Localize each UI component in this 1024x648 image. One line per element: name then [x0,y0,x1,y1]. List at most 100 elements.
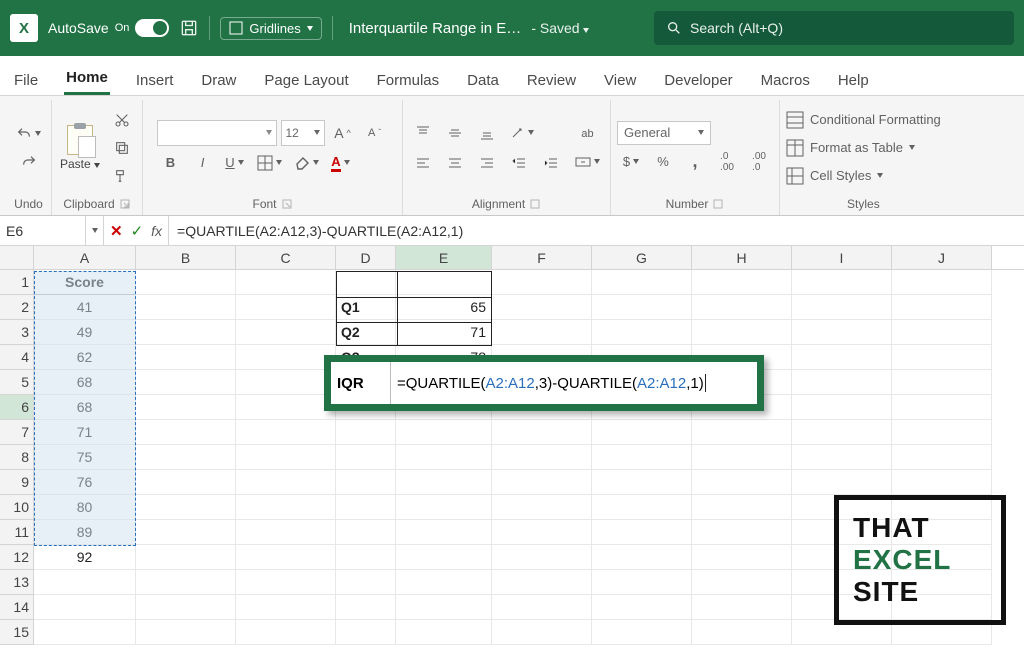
orientation-button[interactable] [505,120,538,146]
row-header-13[interactable]: 13 [0,570,34,595]
col-header-H[interactable]: H [692,246,792,269]
redo-button[interactable] [15,149,43,175]
cell[interactable] [592,445,692,470]
cell[interactable] [396,545,492,570]
cell[interactable] [236,295,336,320]
cell[interactable] [336,620,396,645]
cell[interactable] [336,495,396,520]
cell[interactable] [492,620,592,645]
fx-icon[interactable]: fx [151,223,162,239]
cell[interactable] [34,570,136,595]
cell[interactable]: Score [34,270,136,295]
cell[interactable] [396,445,492,470]
formula-input[interactable]: =QUARTILE(A2:A12,3)-QUARTILE(A2:A12,1) [169,216,1024,245]
decrease-font-button[interactable]: Aˇ [361,120,389,146]
undo-button[interactable] [12,121,45,147]
copy-button[interactable] [108,135,136,161]
cell[interactable]: 49 [34,320,136,345]
format-painter-button[interactable] [108,163,136,189]
cell[interactable] [692,420,792,445]
dialog-launcher-icon[interactable] [119,198,131,210]
cell[interactable] [592,270,692,295]
cell[interactable] [592,620,692,645]
cell[interactable] [592,495,692,520]
cell[interactable]: 65 [396,295,492,320]
font-color-button[interactable]: A [327,150,355,176]
cell[interactable] [492,295,592,320]
tab-help[interactable]: Help [836,64,871,95]
cell[interactable] [336,520,396,545]
cell[interactable] [236,495,336,520]
cell[interactable] [136,270,236,295]
tab-review[interactable]: Review [525,64,578,95]
cell[interactable] [792,320,892,345]
iqr-formula-cell[interactable]: =QUARTILE(A2:A12,3)-QUARTILE(A2:A12,1) [391,374,757,392]
autosave-toggle[interactable]: AutoSave On [48,19,169,37]
cell[interactable] [396,595,492,620]
cell[interactable] [396,495,492,520]
cell[interactable] [492,270,592,295]
cell[interactable]: Q1 [336,295,396,320]
format-as-table-button[interactable]: Format as Table [786,135,941,161]
cell[interactable] [136,520,236,545]
cell[interactable] [592,570,692,595]
increase-decimal-button[interactable]: .0.00 [713,149,741,175]
tab-macros[interactable]: Macros [759,64,812,95]
cell[interactable] [492,570,592,595]
cell[interactable] [336,445,396,470]
italic-button[interactable]: I [189,150,217,176]
cell[interactable] [396,620,492,645]
cell[interactable] [492,545,592,570]
cell[interactable] [396,470,492,495]
cell[interactable] [136,395,236,420]
document-title[interactable]: Interquartile Range in E… [349,20,522,37]
cell[interactable] [892,420,992,445]
dialog-launcher-icon[interactable] [281,198,293,210]
cell[interactable] [336,420,396,445]
row-header-2[interactable]: 2 [0,295,34,320]
cell[interactable] [892,445,992,470]
cut-button[interactable] [108,107,136,133]
conditional-formatting-button[interactable]: Conditional Formatting [786,107,941,133]
cell[interactable] [136,470,236,495]
cell[interactable] [692,520,792,545]
cell[interactable] [34,620,136,645]
row-header-15[interactable]: 15 [0,620,34,645]
increase-font-button[interactable]: A^ [329,120,357,146]
cell[interactable] [792,470,892,495]
tab-draw[interactable]: Draw [199,64,238,95]
cell[interactable] [692,320,792,345]
cell[interactable] [136,620,236,645]
cell[interactable] [692,495,792,520]
cell[interactable] [136,320,236,345]
cell[interactable] [136,545,236,570]
align-right-button[interactable] [473,150,501,176]
tab-data[interactable]: Data [465,64,501,95]
cell[interactable]: 68 [34,370,136,395]
spreadsheet-grid[interactable]: A B C D E F G H I J 1Score241Q165349Q271… [0,246,1024,645]
cell[interactable] [336,570,396,595]
cell[interactable] [236,420,336,445]
bold-button[interactable]: B [157,150,185,176]
align-middle-button[interactable] [441,120,469,146]
font-name-combo[interactable] [157,120,277,146]
cell[interactable]: 75 [34,445,136,470]
cell[interactable] [136,495,236,520]
cell[interactable] [892,470,992,495]
row-header-6[interactable]: 6 [0,395,34,420]
search-input[interactable]: Search (Alt+Q) [654,11,1014,45]
row-header-1[interactable]: 1 [0,270,34,295]
cell[interactable] [892,345,992,370]
gridlines-toggle[interactable]: Gridlines [220,17,321,40]
cell[interactable] [236,320,336,345]
cell[interactable] [692,295,792,320]
col-header-D[interactable]: D [336,246,396,269]
cell[interactable] [792,395,892,420]
dialog-launcher-icon[interactable] [529,198,541,210]
row-header-4[interactable]: 4 [0,345,34,370]
cell[interactable] [892,395,992,420]
cell[interactable] [592,470,692,495]
cell[interactable] [492,445,592,470]
number-format-combo[interactable]: General [617,121,711,145]
font-size-combo[interactable]: 12 [281,120,325,146]
